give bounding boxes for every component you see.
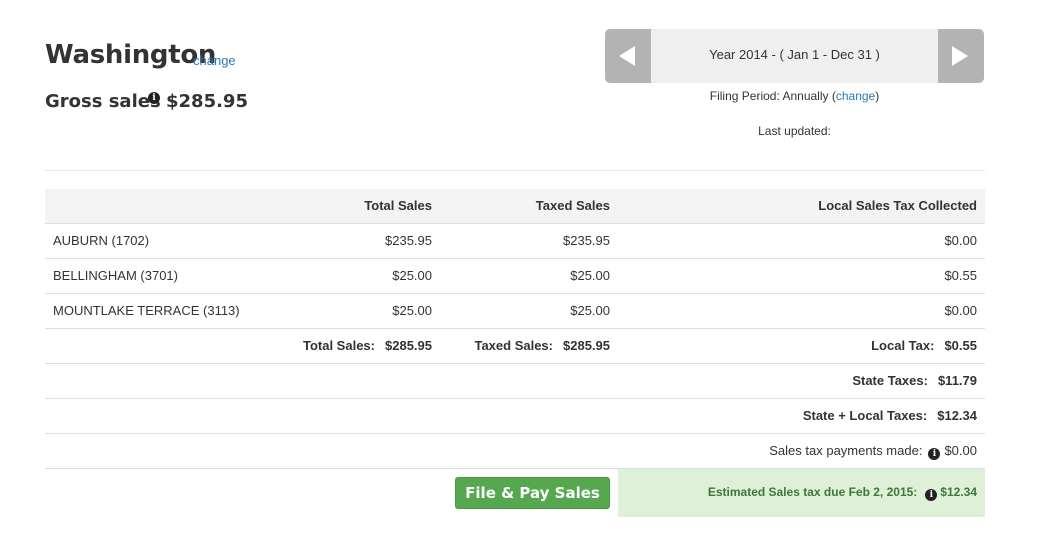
state-taxes-summary: State Taxes: $11.79 (852, 364, 977, 398)
total-sales-summary-label: Total Sales: (302, 338, 375, 353)
taxed-sales-summary-label: Taxed Sales: (474, 338, 553, 353)
location-name: BELLINGHAM (3701) (53, 268, 178, 283)
column-header-total-sales: Total Sales (364, 198, 432, 213)
total-sales-cell: $25.00 (392, 268, 432, 283)
estimated-due-value: $12.34 (940, 485, 977, 499)
estimated-due-box: Estimated Sales tax due Feb 2, 2015: i $12… (618, 469, 985, 517)
table-row: MOUNTLAKE TERRACE (3113) $25.00 $25.00 $… (45, 294, 985, 329)
change-state-link[interactable]: change (193, 53, 236, 68)
payments-summary: Sales tax payments made: i $0.00 (769, 434, 977, 468)
column-header-local-tax: Local Sales Tax Collected (818, 198, 977, 213)
state-title: Washington (45, 40, 217, 70)
previous-period-button[interactable] (605, 29, 651, 83)
table-header-row: Total Sales Taxed Sales Local Sales Tax … (45, 189, 985, 224)
location-name: MOUNTLAKE TERRACE (3113) (53, 303, 240, 318)
total-sales-cell: $25.00 (392, 303, 432, 318)
table-row: BELLINGHAM (3701) $25.00 $25.00 $0.55 (45, 259, 985, 294)
payments-value: $0.00 (944, 443, 977, 458)
local-tax-cell: $0.00 (944, 233, 977, 248)
taxed-sales-cell: $25.00 (570, 268, 610, 283)
period-navigator: Year 2014 - ( Jan 1 - Dec 31 ) (605, 29, 984, 83)
taxed-sales-cell: $235.95 (563, 233, 610, 248)
period-label: Year 2014 - ( Jan 1 - Dec 31 ) (709, 47, 880, 62)
chevron-left-icon (619, 46, 635, 66)
info-icon[interactable]: i (148, 92, 160, 104)
local-tax-cell: $0.00 (944, 303, 977, 318)
info-icon[interactable]: i (925, 489, 938, 501)
table-row: AUBURN (1702) $235.95 $235.95 $0.00 (45, 224, 985, 259)
state-taxes-row: State Taxes: $11.79 (45, 364, 985, 399)
total-sales-cell: $235.95 (385, 233, 432, 248)
info-icon[interactable]: i (928, 448, 941, 460)
totals-row: Total Sales: $285.95 Taxed Sales: $285.95 … (45, 329, 985, 364)
footer-row: File & Pay Sales Tax Estimated Sales tax… (45, 469, 985, 532)
state-taxes-label: State Taxes: (852, 373, 928, 388)
total-sales-summary-value: $285.95 (385, 338, 432, 353)
gross-sales-value: $285.95 (166, 91, 248, 112)
estimated-due: Estimated Sales tax due Feb 2, 2015: i $12… (708, 485, 977, 501)
state-taxes-value: $11.79 (937, 373, 977, 388)
filing-period-suffix: ) (875, 89, 880, 103)
gross-sales-label: Gross sales (45, 91, 161, 112)
taxed-sales-cell: $25.00 (570, 303, 610, 318)
location-name: AUBURN (1702) (53, 233, 150, 248)
local-tax-summary-label: Local Tax: (871, 338, 935, 353)
column-header-taxed-sales: Taxed Sales (535, 198, 610, 213)
state-local-value: $12.34 (937, 408, 977, 423)
file-pay-sales-tax-button[interactable]: File & Pay Sales Tax (455, 477, 610, 532)
change-filing-period-link[interactable]: change (836, 89, 875, 103)
local-tax-summary-value: $0.55 (944, 338, 977, 353)
divider (45, 170, 985, 171)
state-local-taxes-row: State + Local Taxes: $12.34 (45, 399, 985, 434)
taxed-sales-summary-value: $285.95 (563, 338, 610, 353)
payments-label: Sales tax payments made: (769, 443, 923, 458)
filing-period-prefix: Filing Period: Annually ( (709, 89, 836, 103)
estimated-due-label: Estimated Sales tax due Feb 2, 2015: (707, 485, 918, 499)
total-sales-summary: Total Sales: $285.95 (303, 329, 432, 363)
sales-tax-table: Total Sales Taxed Sales Local Sales Tax … (45, 189, 985, 532)
chevron-right-icon (952, 46, 968, 66)
filing-period: Filing Period: Annually (change) (605, 89, 984, 103)
taxed-sales-summary: Taxed Sales: $285.95 (474, 329, 610, 363)
next-period-button[interactable] (938, 29, 984, 83)
payments-row: Sales tax payments made: i $0.00 (45, 434, 985, 469)
last-updated: Last updated: (758, 124, 831, 138)
state-local-summary: State + Local Taxes: $12.34 (803, 399, 977, 433)
local-tax-summary: Local Tax: $0.55 (871, 329, 977, 363)
local-tax-cell: $0.55 (944, 268, 977, 283)
state-local-label: State + Local Taxes: (802, 408, 928, 423)
